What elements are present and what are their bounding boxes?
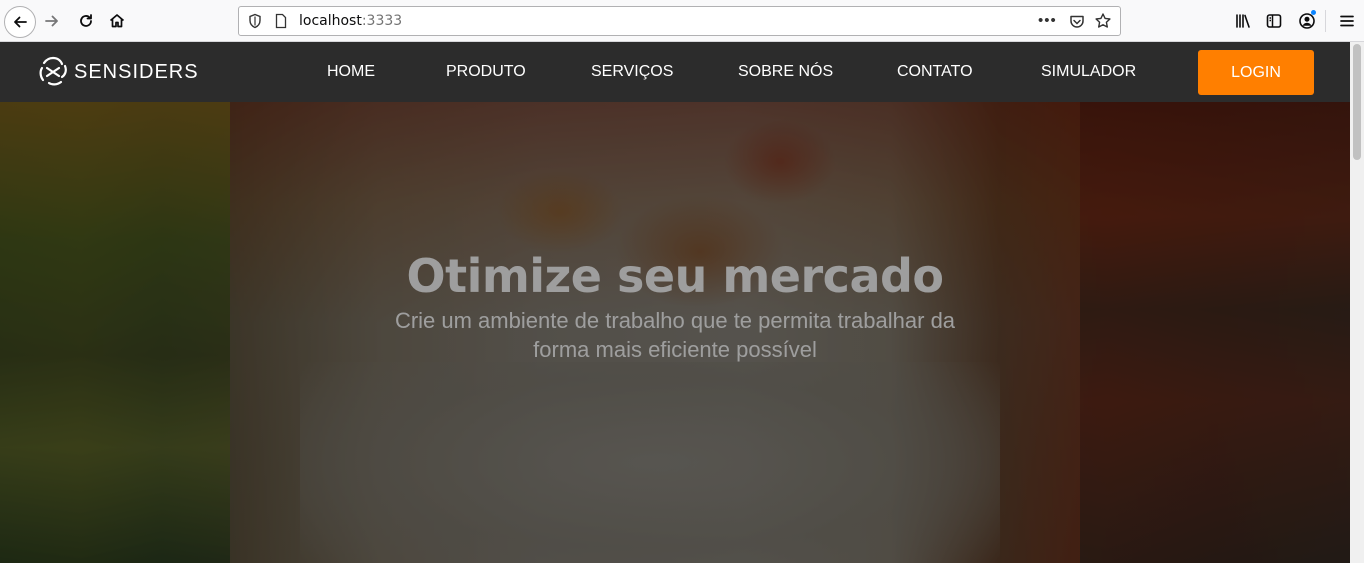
- library-button[interactable]: [1229, 7, 1257, 35]
- hero-overlay: [0, 102, 1350, 563]
- library-icon: [1236, 14, 1250, 28]
- menu-button[interactable]: [1333, 7, 1361, 35]
- nav-produto[interactable]: PRODUTO: [446, 63, 526, 81]
- reload-button[interactable]: [72, 7, 100, 35]
- sensiders-logo-icon: [39, 56, 67, 86]
- reload-icon: [80, 14, 92, 27]
- back-button[interactable]: [4, 6, 36, 38]
- hamburger-menu-icon: [1340, 15, 1354, 27]
- home-button[interactable]: [103, 7, 131, 35]
- logo-text: SENSIDERS: [74, 60, 199, 83]
- site-navbar: SENSIDERS HOME PRODUTO SERVIÇOS SOBRE NÓ…: [0, 42, 1350, 102]
- home-icon: [109, 14, 125, 28]
- hero-title: Otimize seu mercado: [406, 249, 944, 303]
- url-host: localhost: [299, 13, 362, 29]
- login-button[interactable]: LOGIN: [1198, 50, 1314, 95]
- sidebar-toggle-button[interactable]: [1260, 7, 1288, 35]
- forward-arrow-icon: [45, 15, 58, 27]
- notification-dot: [1311, 10, 1316, 15]
- browser-toolbar: localhost:3333 •••: [0, 0, 1364, 42]
- hero-subtitle: Crie um ambiente de trabalho que te perm…: [0, 306, 1350, 364]
- url-port: :3333: [361, 13, 403, 29]
- address-bar[interactable]: localhost:3333 •••: [238, 6, 1121, 36]
- hero-section: Otimize seu mercado Crie um ambiente de …: [0, 102, 1350, 563]
- page-scrollbar[interactable]: [1350, 42, 1364, 563]
- account-button[interactable]: [1293, 7, 1321, 35]
- forward-button[interactable]: [38, 7, 66, 35]
- nav-simulador[interactable]: SIMULADOR: [1041, 63, 1136, 81]
- page-actions-icon[interactable]: •••: [1038, 12, 1058, 30]
- page-info-icon[interactable]: [273, 13, 289, 29]
- back-arrow-icon: [14, 16, 27, 28]
- bookmark-star-icon[interactable]: [1094, 12, 1112, 30]
- toolbar-separator: [1325, 10, 1326, 32]
- hero-subtitle-line-1: Crie um ambiente de trabalho que te perm…: [394, 308, 956, 333]
- hero-background-floor: [300, 362, 1000, 563]
- nav-contato[interactable]: CONTATO: [897, 63, 973, 81]
- pocket-icon[interactable]: [1068, 13, 1086, 31]
- hero-subtitle-line-2: forma mais eficiente possível: [533, 337, 817, 362]
- hero-background-left-shelf: [0, 102, 230, 563]
- nav-servicos[interactable]: SERVIÇOS: [591, 63, 673, 81]
- tracking-shield-icon[interactable]: [247, 13, 263, 29]
- sidebar-icon: [1266, 14, 1282, 28]
- nav-home[interactable]: HOME: [327, 63, 375, 81]
- scrollbar-thumb[interactable]: [1353, 44, 1361, 160]
- web-page: SENSIDERS HOME PRODUTO SERVIÇOS SOBRE NÓ…: [0, 42, 1350, 563]
- nav-sobre-nos[interactable]: SOBRE NÓS: [738, 63, 833, 81]
- site-logo[interactable]: SENSIDERS: [35, 54, 199, 90]
- hero-background-right-shelf: [1080, 102, 1350, 563]
- url-text[interactable]: localhost:3333: [299, 13, 402, 30]
